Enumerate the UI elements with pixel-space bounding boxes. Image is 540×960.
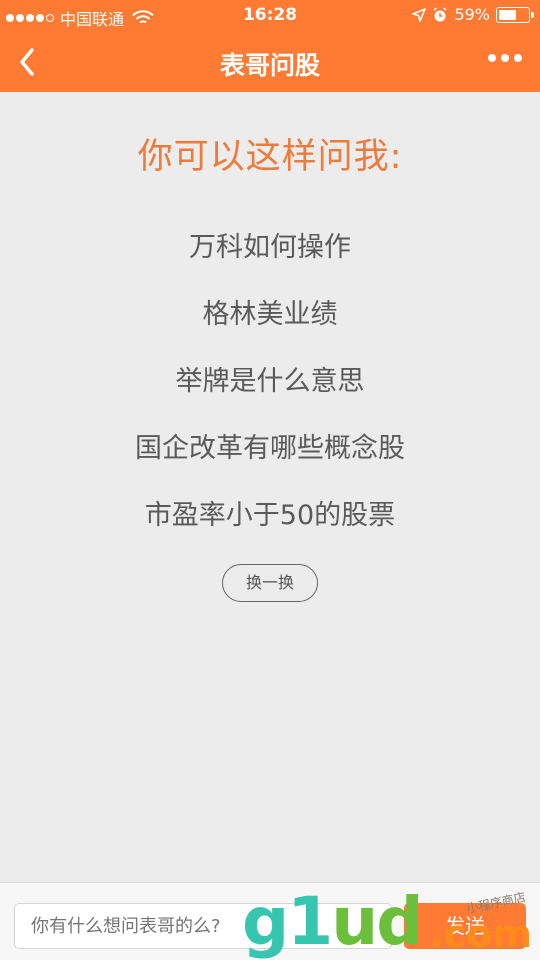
battery-icon bbox=[496, 6, 534, 23]
page-title: 表哥问股 bbox=[219, 51, 320, 80]
main-content: 你可以这样问我: 万科如何操作 格林美业绩 举牌是什么意思 国企改革有哪些概念股… bbox=[0, 92, 540, 882]
refresh-questions-button[interactable]: 换一换 bbox=[222, 564, 318, 602]
suggested-question[interactable]: 国企改革有哪些概念股 bbox=[0, 425, 540, 492]
status-right: 59% bbox=[412, 5, 534, 24]
send-button[interactable]: 发送 bbox=[404, 903, 526, 949]
more-dots-icon[interactable] bbox=[488, 54, 522, 62]
input-bar: 发送 bbox=[0, 882, 540, 960]
battery-fill bbox=[499, 9, 516, 20]
suggested-questions-list: 万科如何操作 格林美业绩 举牌是什么意思 国企改革有哪些概念股 市盈率小于50的… bbox=[0, 224, 540, 559]
status-bar: 中国联通 16:28 59% bbox=[0, 0, 540, 32]
location-arrow-icon bbox=[412, 7, 427, 22]
battery-percent: 59% bbox=[454, 5, 490, 24]
suggested-question[interactable]: 举牌是什么意思 bbox=[0, 358, 540, 425]
app-header: 中国联通 16:28 59% 表哥问股 bbox=[0, 0, 540, 92]
nav-bar: 表哥问股 bbox=[0, 32, 540, 92]
alarm-clock-icon bbox=[433, 6, 447, 21]
suggested-question[interactable]: 市盈率小于50的股票 bbox=[0, 492, 540, 559]
question-input[interactable] bbox=[14, 903, 392, 949]
prompt-title: 你可以这样问我: bbox=[137, 137, 403, 177]
suggested-question[interactable]: 万科如何操作 bbox=[0, 224, 540, 291]
suggested-question[interactable]: 格林美业绩 bbox=[0, 291, 540, 358]
